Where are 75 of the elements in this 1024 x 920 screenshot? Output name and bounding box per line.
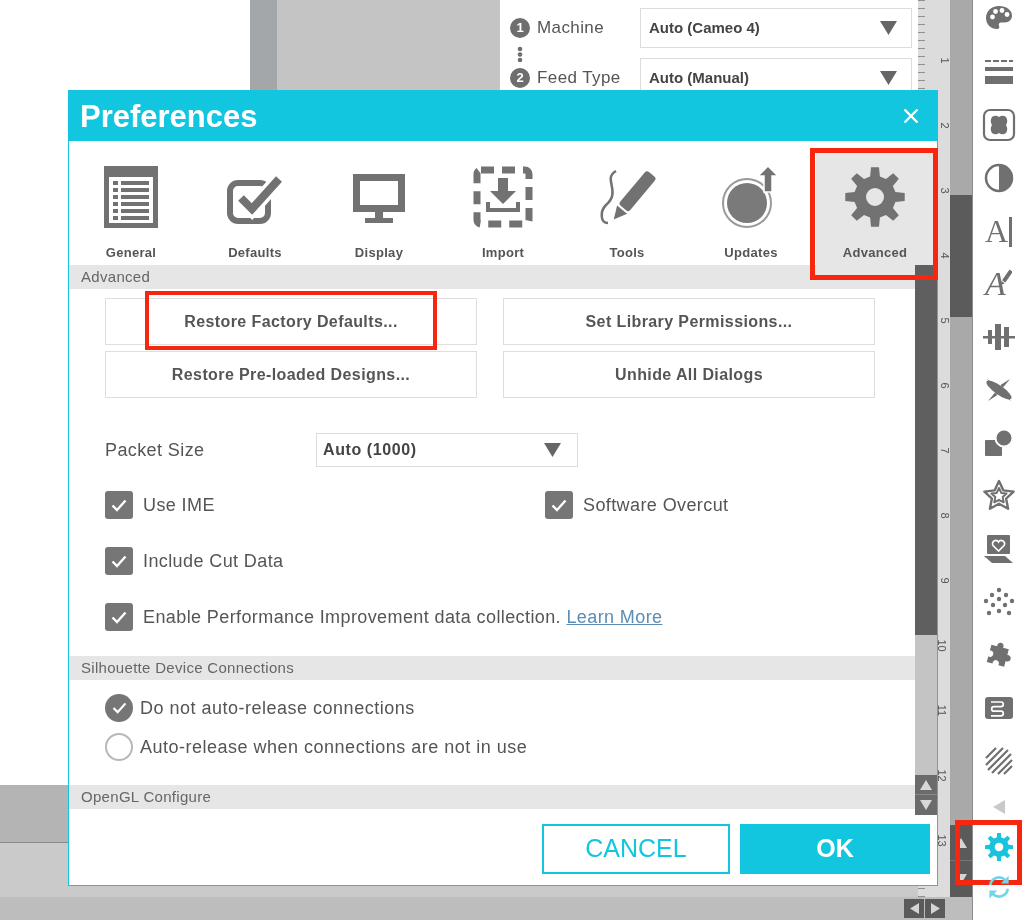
packet-size-dropdown[interactable]: Auto (1000) [316,433,578,467]
section-header: Advanced [69,265,915,289]
ruler-label: 7 [938,447,950,454]
caret-icon [880,21,897,35]
dashed-download-icon [472,165,534,229]
checkmark-icon [111,498,127,512]
ruler-label: 11 [935,704,947,717]
step-label: Feed Type [537,67,622,90]
align-bars-icon[interactable] [982,321,1015,352]
action-button[interactable]: Restore Pre-loaded Designs... [105,351,477,398]
scrollbar-thumb[interactable] [915,265,937,635]
scrollbar-thumb[interactable] [950,195,972,317]
up-triangle-icon [920,779,932,790]
checkbox[interactable] [545,491,573,519]
caret-icon [544,443,561,457]
radio-label: Do not auto-release connections [140,696,415,720]
step-label: Machine [537,17,606,40]
scroll-up-button[interactable] [915,775,937,795]
checkmark-icon [111,610,127,624]
ruler-label: 12 [935,769,947,782]
right-triangle-icon [930,903,940,914]
ruler-label: 9 [938,577,950,584]
learn-more-link[interactable]: Learn More [566,606,663,627]
checkbox-label: Use IME [143,493,215,517]
action-button[interactable]: Set Library Permissions... [503,298,875,345]
dialog-title: Preferences [80,100,258,132]
text-cursor-icon [1009,216,1013,247]
dot-pattern-icon[interactable] [982,586,1015,617]
ruler-label: 4 [938,252,950,259]
step-number-badge: 2 [510,68,530,88]
action-button[interactable]: Restore Factory Defaults... [105,298,477,345]
overlapping-shapes-icon[interactable] [982,427,1015,458]
scroll-left-button[interactable] [904,899,924,918]
ruler-label: 2 [938,122,950,129]
field-label: Packet Size [105,438,206,462]
ruler-label: 8 [938,512,950,519]
ruler-label: 10 [935,639,947,652]
dotted-line-icon [517,46,523,63]
ruler-label: 3 [938,187,950,194]
checkbox[interactable] [105,547,133,575]
letter-with-pen-button[interactable]: A [985,266,1012,301]
checkbox[interactable] [105,603,133,631]
heart-tile-icon[interactable] [982,532,1015,565]
letter-with-cursor-button[interactable]: A [984,214,1013,247]
checkbox[interactable] [105,491,133,519]
star-icon[interactable] [981,478,1016,513]
scroll-down-button[interactable] [915,795,937,815]
preferences-tab[interactable]: Advanced [816,150,934,265]
step-number-badge: 1 [510,18,530,38]
radio-label: Auto-release when connections are not in use [140,735,528,759]
ruler-label: 13 [935,834,947,847]
scroll-right-button[interactable] [925,899,945,918]
checkbox-label: Include Cut Data [143,549,284,573]
half-filled-circle-icon[interactable] [983,162,1014,193]
checkmark-icon [551,498,567,512]
radio-button[interactable] [105,694,133,722]
ruler-label: 1 [938,57,950,64]
rounded-tile-icon[interactable] [981,107,1016,142]
caret-icon [880,71,897,85]
radio-button[interactable] [105,733,133,761]
section-header: OpenGL Configure [69,785,915,809]
checkbox-label: Software Overcut [583,493,729,517]
down-triangle-icon [920,800,932,810]
checkmark-icon [111,702,127,714]
gear-icon [844,165,906,229]
section-header: Silhouette Device Connections [69,656,915,680]
ruler-label: 5 [938,317,950,324]
checkmark-icon [111,554,127,568]
line-styles-icon[interactable] [982,58,1015,85]
setting-dropdown[interactable]: Auto (Cameo 4) [640,8,912,48]
ruler-label: 6 [938,382,950,389]
hatching-icon[interactable] [983,745,1014,776]
action-button[interactable]: Unhide All Dialogs [503,351,875,398]
checkbox-label: Enable Performance Improvement data collection. Learn More [143,605,663,629]
left-triangle-icon [909,903,919,914]
